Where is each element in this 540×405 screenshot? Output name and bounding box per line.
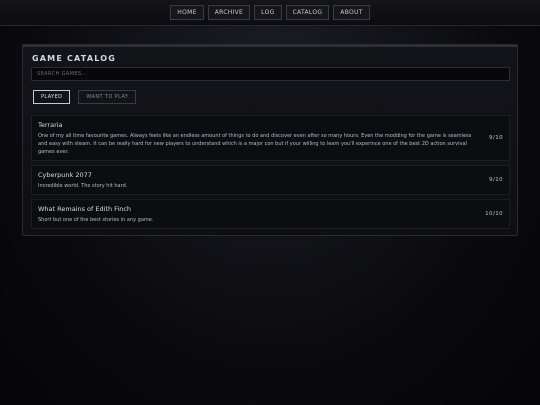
game-name: Cyberpunk 2077 <box>38 171 92 179</box>
panel-divider <box>23 45 517 47</box>
nav-archive-button[interactable]: ARCHIVE <box>207 5 251 20</box>
top-nav: HOME ARCHIVE LOG CATALOG ABOUT <box>0 0 540 26</box>
game-list-item[interactable]: What Remains of Edith Finch Short but on… <box>31 199 510 229</box>
game-score: 9/10 <box>489 135 503 141</box>
game-list-item[interactable]: Terraria One of my all time favourite ga… <box>31 115 510 161</box>
game-description: One of my all time favourite games. Alwa… <box>38 133 472 155</box>
game-list: Terraria One of my all time favourite ga… <box>31 115 510 233</box>
catalog-tabs: PLAYED WANT TO PLAY <box>33 90 137 104</box>
nav-home-button[interactable]: HOME <box>170 5 204 20</box>
tab-played[interactable]: PLAYED <box>33 90 71 104</box>
game-name: What Remains of Edith Finch <box>38 205 132 213</box>
game-name: Terraria <box>38 121 63 129</box>
catalog-panel: GAME CATALOG PLAYED WANT TO PLAY Terrari… <box>22 44 518 236</box>
nav-log-button[interactable]: LOG <box>254 5 282 20</box>
tab-want-to-play[interactable]: WANT TO PLAY <box>78 90 137 104</box>
game-score: 10/10 <box>485 211 503 217</box>
page-title: GAME CATALOG <box>32 54 117 63</box>
game-list-item[interactable]: Cyberpunk 2077 Incredible world. The sto… <box>31 165 510 195</box>
nav-about-button[interactable]: ABOUT <box>333 5 370 20</box>
search-input[interactable] <box>31 67 510 81</box>
game-description: Short but one of the best stories in any… <box>38 217 154 223</box>
nav-catalog-button[interactable]: CATALOG <box>285 5 330 20</box>
game-description: Incredible world. The story hit hard. <box>38 183 128 189</box>
game-score: 9/10 <box>489 177 503 183</box>
